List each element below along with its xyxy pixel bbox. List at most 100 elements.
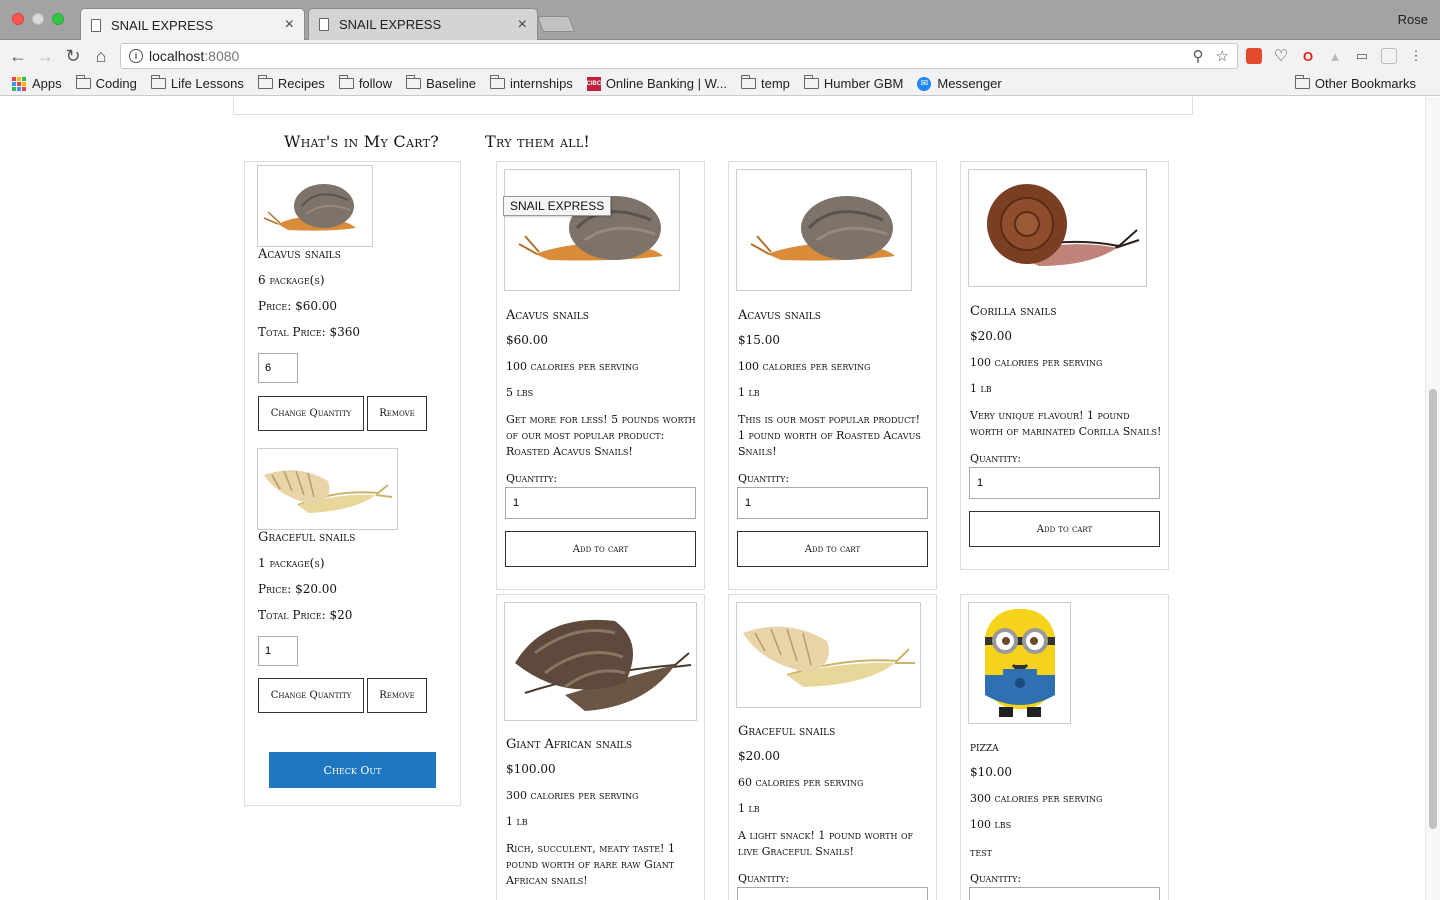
bookmark-online-banking[interactable]: CIBC Online Banking | W... — [586, 76, 727, 91]
bookmark-folder-humber-gbm[interactable]: Humber GBM — [803, 75, 904, 91]
cart-quantity-input[interactable]: 1 — [258, 636, 298, 666]
product-description: Very unique flavour! 1 pound worth of ma… — [970, 409, 1162, 438]
add-to-cart-button[interactable]: Add to cart — [505, 531, 696, 567]
checkout-button[interactable]: Check Out — [269, 752, 436, 788]
bookmark-extension-icon[interactable] — [1246, 48, 1262, 64]
product-description: This is our most popular product! 1 poun… — [738, 413, 921, 458]
bookmark-star-icon[interactable]: ☆ — [1216, 47, 1229, 65]
quantity-label: Quantity: — [970, 452, 1022, 465]
product-name: Acavus snails — [506, 308, 589, 323]
folder-icon — [740, 75, 756, 89]
reload-icon[interactable]: ↻ — [61, 44, 85, 68]
cart-title: What's in My Cart? — [284, 132, 440, 151]
cart-item-price: Price: $60.00 — [258, 299, 338, 313]
tab-title: SNAIL EXPRESS — [111, 17, 214, 33]
url-host: localhost — [149, 48, 205, 64]
menu-icon[interactable]: ⋮ — [1408, 48, 1424, 64]
quantity-label: Quantity: — [738, 872, 790, 885]
drive-icon[interactable]: ▲ — [1327, 48, 1343, 64]
folder-icon — [338, 75, 354, 89]
profile-name[interactable]: Rose — [1398, 12, 1428, 27]
bookmark-label: Online Banking | W... — [605, 76, 727, 91]
page-icon — [319, 18, 329, 31]
folder-icon — [75, 75, 91, 89]
window-maximize-button[interactable] — [52, 13, 64, 25]
tab-close-icon[interactable]: × — [285, 17, 294, 33]
window-close-button[interactable] — [12, 13, 24, 25]
image-tooltip: SNAIL EXPRESS — [503, 196, 612, 216]
cart-item-name: Graceful snails — [258, 530, 356, 545]
change-quantity-button[interactable]: Change Quantity — [258, 396, 364, 431]
header-box — [233, 97, 1193, 115]
change-quantity-button[interactable]: Change Quantity — [258, 678, 364, 713]
window-minimize-button[interactable] — [32, 13, 44, 25]
quantity-input[interactable] — [969, 887, 1160, 900]
product-calories: 60 calories per serving — [738, 776, 864, 789]
bookmark-apps[interactable]: Apps — [12, 76, 62, 91]
product-card: Graceful snails $20.00 60 calories per s… — [728, 594, 937, 900]
product-card: Acavus snails $15.00 100 calories per se… — [728, 161, 937, 590]
product-name: Giant African snails — [506, 737, 633, 752]
acavus-snail-image — [736, 169, 912, 291]
page-icon — [91, 18, 101, 32]
bookmark-folder-baseline[interactable]: Baseline — [406, 75, 476, 91]
quantity-input[interactable]: 1 — [737, 487, 928, 519]
product-weight: 100 lbs — [970, 818, 1012, 831]
product-name: Corilla snails — [970, 304, 1057, 319]
forward-arrow-icon[interactable]: → — [33, 44, 57, 68]
bookmark-label: internships — [509, 76, 573, 91]
scrollbar-thumb[interactable] — [1429, 389, 1437, 829]
cast-icon[interactable]: ▭ — [1354, 48, 1370, 64]
product-card: SNAIL EXPRESS Acavus snails $60.00 100 c… — [496, 161, 705, 590]
zoom-icon[interactable]: ⚲ — [1193, 47, 1204, 65]
product-description: A light snack! 1 pound worth of live Gra… — [738, 829, 914, 858]
quantity-input[interactable]: 1 — [969, 467, 1160, 499]
home-icon[interactable]: ⌂ — [89, 44, 113, 68]
bookmark-messenger[interactable]: ✉ Messenger — [917, 76, 1002, 91]
remove-button[interactable]: Remove — [367, 396, 427, 431]
product-weight: 1 lb — [970, 382, 992, 395]
product-calories: 100 calories per serving — [970, 356, 1103, 369]
add-to-cart-button[interactable]: Add to cart — [969, 511, 1160, 547]
bookmark-label: Apps — [32, 76, 62, 91]
opera-icon[interactable]: O — [1300, 48, 1316, 64]
browser-tab-1[interactable]: SNAIL EXPRESS × — [80, 8, 305, 41]
product-weight: 1 lb — [506, 815, 528, 828]
scrollbar[interactable] — [1425, 97, 1440, 900]
product-name: pizza — [970, 740, 999, 755]
heart-icon[interactable]: ♡ — [1273, 48, 1289, 65]
bookmark-label: Recipes — [277, 76, 325, 91]
browser-tab-2[interactable]: SNAIL EXPRESS × — [308, 8, 538, 40]
tab-close-icon[interactable]: × — [518, 16, 527, 33]
quantity-input[interactable] — [737, 887, 928, 900]
cart-item-total: Total Price: $360 — [258, 325, 360, 339]
bookmark-folder-follow[interactable]: follow — [338, 75, 392, 91]
shop-title: Try them all! — [485, 132, 591, 151]
product-price: $10.00 — [970, 765, 1012, 779]
back-arrow-icon[interactable]: ← — [6, 44, 30, 68]
product-price: $100.00 — [506, 762, 556, 776]
bookmark-folder-coding[interactable]: Coding — [75, 75, 137, 91]
remove-button[interactable]: Remove — [367, 678, 427, 713]
bookmark-folder-other[interactable]: Other Bookmarks — [1294, 75, 1416, 91]
product-card: pizza $10.00 300 calories per serving 10… — [960, 594, 1169, 900]
bookmark-label: Humber GBM — [823, 76, 904, 91]
new-tab-button[interactable] — [537, 16, 575, 32]
add-to-cart-button[interactable]: Add to cart — [737, 531, 928, 567]
blank-extension-icon[interactable] — [1381, 48, 1397, 64]
bookmark-folder-life-lessons[interactable]: Life Lessons — [150, 75, 244, 91]
quantity-input[interactable]: 1 — [505, 487, 696, 519]
quantity-label: Quantity: — [738, 472, 790, 485]
product-description: Rich, succulent, meaty taste! 1 pound wo… — [506, 842, 675, 887]
info-icon[interactable]: i — [129, 49, 143, 63]
bookmark-folder-internships[interactable]: internships — [489, 75, 573, 91]
address-bar[interactable]: i localhost:8080 ⚲ ☆ — [120, 43, 1238, 69]
bookmark-folder-temp[interactable]: temp — [740, 75, 790, 91]
giant-african-snail-image — [504, 602, 697, 721]
bookmark-folder-recipes[interactable]: Recipes — [257, 75, 325, 91]
product-price: $60.00 — [506, 333, 548, 347]
product-price: $20.00 — [970, 329, 1012, 343]
product-price: $15.00 — [738, 333, 780, 347]
product-card: Corilla snails $20.00 100 calories per s… — [960, 161, 1169, 570]
cart-quantity-input[interactable]: 6 — [258, 353, 298, 383]
